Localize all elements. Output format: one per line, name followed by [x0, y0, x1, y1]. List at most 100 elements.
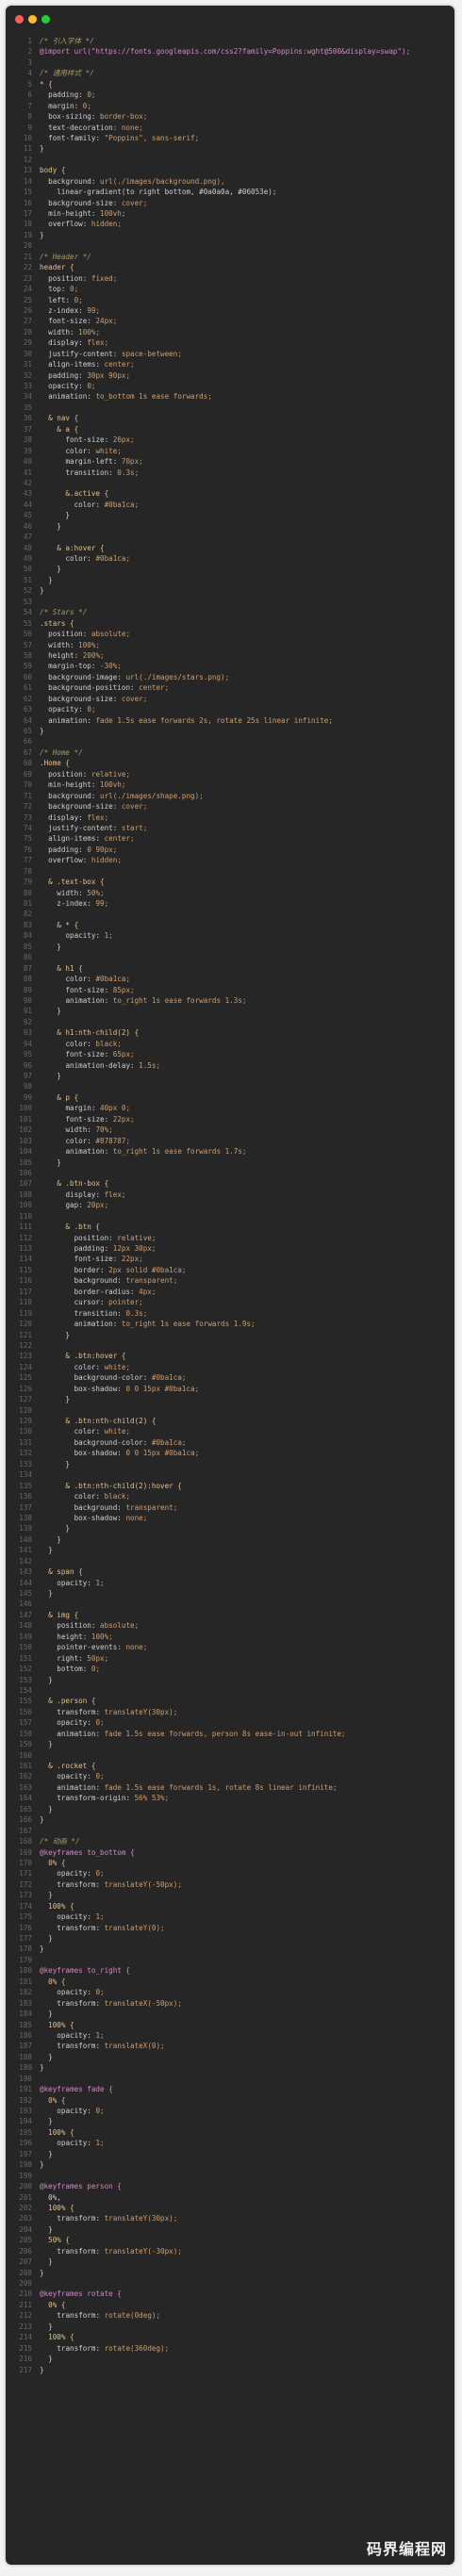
line-number: 115: [19, 1265, 32, 1274]
code-line: 212 transform: rotate(0deg);: [6, 2310, 454, 2321]
line-number: 66: [23, 737, 32, 747]
line-number: 19: [23, 230, 32, 239]
line-number: 128: [19, 1405, 32, 1415]
line-number: 173: [19, 1891, 32, 1900]
code-text: opacity: 1;: [57, 1912, 105, 1922]
code-line: 213 }: [6, 2322, 454, 2332]
code-text: opacity: 1;: [57, 2030, 105, 2040]
code-line: 159 }: [6, 1739, 454, 1749]
code-text: }: [40, 1546, 53, 1555]
code-line: 9 text-decoration: none;: [6, 123, 454, 133]
line-number: 206: [19, 2246, 32, 2256]
code-text: transform-origin: 56% 53%;: [57, 1794, 170, 1803]
code-line: 39 color: white;: [6, 446, 454, 456]
code-text: linear-gradient(to right bottom, #0a0a0a…: [40, 188, 277, 197]
code-line: 4 /* 通用样式 */: [6, 68, 454, 78]
code-area[interactable]: 1 /* 引入字体 */ 2 @import url("https://fonts.g…: [6, 36, 454, 2375]
code-text: overflow: hidden;: [48, 856, 122, 865]
line-number: 163: [19, 1782, 32, 1792]
code-line: 17 min-height: 100vh;: [6, 208, 454, 219]
code-line: 51 }: [6, 575, 454, 585]
code-line: 84 opacity: 1;: [6, 930, 454, 941]
line-number: 52: [23, 586, 32, 596]
code-line: 80 width: 50%;: [6, 888, 454, 898]
code-text: opacity: 0;: [57, 2107, 105, 2115]
code-text: justify-content: start;: [48, 823, 148, 832]
code-text: animation: to_right 1s ease forwards 1.3…: [65, 995, 247, 1005]
code-text: }: [40, 586, 44, 596]
line-number: 36: [23, 414, 32, 423]
code-line: 148 position: absolute;: [6, 1620, 454, 1631]
code-line: 8 box-sizing: border-box;: [6, 111, 454, 122]
line-number: 162: [19, 1772, 32, 1781]
code-text: }: [40, 2257, 53, 2267]
code-line: 23 position: fixed;: [6, 273, 454, 284]
code-line: 196 opacity: 1;: [6, 2138, 454, 2148]
line-number: 103: [19, 1136, 32, 1145]
maximize-window-button[interactable]: [41, 14, 50, 24]
code-text: position: fixed;: [48, 273, 118, 283]
code-line: 194 }: [6, 2116, 454, 2126]
code-text: @keyframes person {: [40, 2182, 122, 2191]
line-number: 217: [19, 2365, 32, 2374]
code-line: 197 }: [6, 2149, 454, 2159]
line-number: 210: [19, 2289, 32, 2299]
code-line: 89 font-size: 85px;: [6, 985, 454, 995]
code-text: }: [40, 1891, 53, 1900]
code-line: 122: [6, 1340, 454, 1351]
line-number: 17: [23, 209, 32, 218]
line-number: 214: [19, 2333, 32, 2342]
code-line: 111 & .btn {: [6, 1222, 454, 1232]
code-text: cursor: pointer;: [74, 1298, 143, 1307]
code-line: 86: [6, 952, 454, 962]
close-window-button[interactable]: [15, 14, 24, 24]
minimize-window-button[interactable]: [28, 14, 37, 24]
code-text: color: white;: [74, 1362, 131, 1371]
code-line: 44 color: #0ba1ca;: [6, 500, 454, 510]
code-line: 119 transition: 0.3s;: [6, 1308, 454, 1319]
line-number: 215: [19, 2343, 32, 2353]
code-line: 56 position: absolute;: [6, 629, 454, 639]
line-number: 143: [19, 1567, 32, 1577]
code-text: background: url(./images/background.png)…: [48, 176, 225, 186]
line-number: 51: [23, 575, 32, 584]
code-line: 49 color: #0ba1ca;: [6, 553, 454, 564]
code-text: font-size: 85px;: [65, 985, 135, 994]
code-line: 198}: [6, 2159, 454, 2170]
code-text: box-shadow: 0 0 15px #0ba1ca;: [74, 1449, 200, 1458]
code-line: 192 0% {: [6, 2095, 454, 2106]
code-text: 0% {: [40, 1858, 66, 1867]
code-text: border-radius: 4px;: [74, 1287, 157, 1296]
line-number: 83: [23, 920, 32, 929]
code-line: 78: [6, 866, 454, 877]
line-number: 65: [23, 727, 32, 735]
code-line: 187 transform: translateX(0);: [6, 2041, 454, 2051]
code-text: align-items: center;: [48, 834, 135, 844]
code-text: }: [40, 1330, 71, 1339]
code-text: opacity: 1;: [65, 931, 113, 941]
code-line: 63 opacity: 0;: [6, 704, 454, 714]
line-number: 182: [19, 1988, 32, 1997]
line-number: 31: [23, 360, 32, 369]
line-number: 70: [23, 780, 32, 790]
code-text: gap: 20px;: [65, 1201, 109, 1210]
code-line: 114 font-size: 22px;: [6, 1254, 454, 1264]
line-number: 129: [19, 1417, 32, 1425]
code-line: 200 @keyframes person {: [6, 2181, 454, 2191]
code-text: & .btn:hover {: [40, 1352, 126, 1361]
code-text: transform: translateY(30px);: [57, 1707, 178, 1716]
line-number: 44: [23, 500, 32, 509]
code-text: & .person {: [40, 1697, 96, 1706]
code-text: background: transparent;: [74, 1502, 178, 1512]
line-number: 29: [23, 338, 32, 348]
code-text: display: flex;: [48, 338, 109, 348]
code-line: 90 animation: to_right 1s ease forwards …: [6, 995, 454, 1006]
line-number: 23: [23, 273, 32, 283]
code-line: 16 background-size: cover;: [6, 198, 454, 208]
line-number: 2: [27, 47, 32, 57]
line-number: 147: [19, 1610, 32, 1619]
code-line: 73 display: flex;: [6, 812, 454, 823]
